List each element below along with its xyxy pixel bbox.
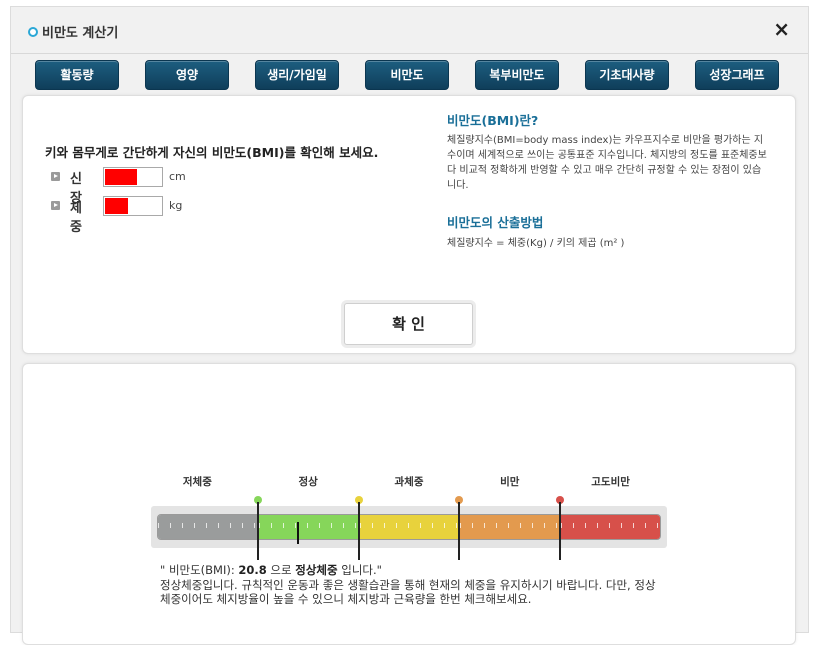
gauge-bar [157, 514, 661, 540]
gauge-boundary-line [357, 502, 360, 560]
gauge-category-label: 과체중 [394, 476, 424, 488]
weight-label: 체중 [70, 201, 82, 235]
bmi-calculator-window: 비만도 계산기 × 활동량 영양 생리/가임일 비만도 복부비만도 기초대사량 … [10, 6, 809, 645]
window-title: 비만도 계산기 [42, 26, 119, 41]
tab-menstrual-fertility[interactable]: 생리/가임일 [255, 60, 339, 90]
tab-activity[interactable]: 활동량 [35, 60, 119, 90]
gauge-ticks [561, 523, 660, 528]
result-suffix: 입니다." [337, 563, 382, 577]
gauge-ticks [359, 523, 461, 528]
gauge-ticks [158, 523, 259, 528]
tab-nutrition[interactable]: 영양 [145, 60, 229, 90]
calculator-tabs: 활동량 영양 생리/가임일 비만도 복부비만도 기초대사량 성장그래프 [35, 60, 781, 90]
bmi-formula-text: 체질량지수 = 체중(Kg) / 키의 제곱 (m² ) [447, 238, 625, 249]
bmi-definition-title: 비만도(BMI)란? [447, 113, 539, 128]
gauge-category-label: 저체중 [182, 476, 212, 488]
weight-value-redacted [105, 198, 128, 214]
result-text: " 비만도(BMI): 20.8 으로 정상체중 입니다." 정상체중입니다. … [160, 563, 660, 607]
height-value-redacted [105, 169, 137, 185]
weight-input[interactable] [103, 196, 163, 216]
input-panel: 키와 몸무게로 간단하게 자신의 비만도(BMI)를 확인해 보세요. 신장 c… [22, 95, 796, 354]
gauge-ticks [460, 523, 562, 528]
gauge-category-label: 고도비만 [591, 476, 630, 488]
result-prefix: " 비만도(BMI): [160, 563, 239, 577]
tab-basal-metabolism[interactable]: 기초대사량 [585, 60, 669, 90]
bmi-marker [297, 522, 300, 544]
arrow-bullet-icon [51, 172, 60, 181]
tab-bmi[interactable]: 비만도 [365, 60, 449, 90]
gauge-ticks [258, 523, 360, 528]
height-unit: cm [169, 170, 186, 183]
tab-growth-graph[interactable]: 성장그래프 [695, 60, 779, 90]
bmi-status: 정상체중 [295, 563, 338, 577]
gauge-segment [158, 515, 259, 539]
result-panel: 저체중 정상 과체중 비만 고도비만 " 비만도(BMI): 20.8 으로 정상체중 … [22, 363, 796, 645]
confirm-button[interactable]: 확 인 [344, 303, 473, 345]
gauge-boundary-line [559, 502, 562, 560]
bmi-gauge: 저체중 정상 과체중 비만 고도비만 [151, 474, 667, 574]
gauge-boundary-line [256, 502, 259, 560]
close-icon[interactable]: × [773, 17, 790, 41]
bmi-definition-text: 체질량지수(BMI=body mass index)는 카우프지수로 비만을 평… [447, 135, 767, 191]
height-input[interactable] [103, 167, 163, 187]
bmi-value: 20.8 [238, 563, 267, 577]
gauge-category-label: 정상 [298, 476, 318, 488]
weight-unit: kg [169, 199, 183, 212]
result-description: 정상체중입니다. 규칙적인 운동과 좋은 생활습관을 통해 현재의 체중을 유지… [160, 577, 656, 607]
tab-abdominal-obesity[interactable]: 복부비만도 [475, 60, 559, 90]
gauge-boundary-line [458, 502, 461, 560]
bmi-formula-title: 비만도의 산출방법 [447, 215, 544, 230]
gauge-segment [561, 515, 660, 539]
form-prompt: 키와 몸무게로 간단하게 자신의 비만도(BMI)를 확인해 보세요. [45, 145, 379, 160]
result-middle: 으로 [266, 563, 296, 577]
arrow-bullet-icon [51, 201, 60, 210]
gauge-segment [359, 515, 461, 539]
title-bullet-icon [28, 27, 38, 37]
gauge-segment [258, 515, 360, 539]
title-bar: 비만도 계산기 × [11, 7, 808, 54]
gauge-segment [460, 515, 562, 539]
gauge-track [151, 506, 667, 548]
gauge-category-label: 비만 [500, 476, 520, 488]
